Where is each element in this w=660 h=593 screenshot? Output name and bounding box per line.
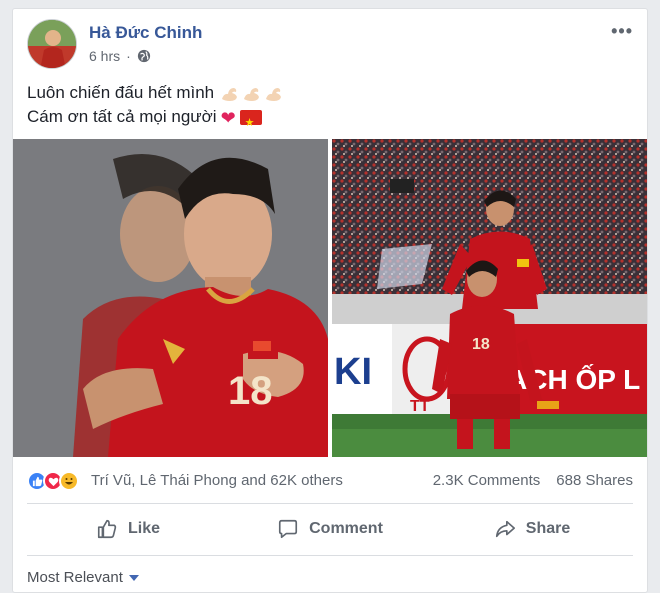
flexed-biceps-icon xyxy=(266,87,282,101)
separator-dot: · xyxy=(126,48,131,64)
post-text-line-2-text: Cám ơn tất cả mọi người xyxy=(27,107,217,126)
share-arrow-icon xyxy=(495,520,515,538)
photo-left[interactable]: 18 xyxy=(13,139,328,457)
globe-icon[interactable] xyxy=(137,49,151,63)
haha-reaction-icon xyxy=(59,471,79,491)
red-heart-icon: ❤ xyxy=(220,107,236,128)
camera-logo xyxy=(390,179,414,193)
flexed-biceps-emojis xyxy=(220,85,284,103)
share-button[interactable]: Share xyxy=(431,509,633,549)
comments-sort-dropdown[interactable]: Most Relevant xyxy=(27,569,139,586)
divider-bottom xyxy=(27,555,633,556)
reaction-names[interactable]: Trí Vũ, Lê Thái Phong and 62K others xyxy=(91,472,343,489)
post-text-line-2: Cám ơn tất cả mọi người ❤ ★ xyxy=(27,105,284,130)
post-time[interactable]: 6 hrs xyxy=(89,48,120,64)
flexed-biceps-icon xyxy=(222,87,238,101)
comment-bubble-icon xyxy=(279,519,298,539)
action-bar: Like Comment Share xyxy=(27,509,633,549)
player-celebration-image: 18 xyxy=(13,139,328,457)
jersey-number-right: 18 xyxy=(472,336,490,353)
author-avatar[interactable] xyxy=(27,19,77,69)
post-meta: 6 hrs · xyxy=(89,48,151,64)
post-card: Hà Đức Chinh 6 hrs · ••• Luôn chiến đấu … xyxy=(12,8,648,593)
vietnam-flag-icon: ★ xyxy=(239,110,262,129)
like-label: Like xyxy=(127,520,160,537)
comments-count[interactable]: 2.3K Comments xyxy=(433,472,541,489)
post-header: Hà Đức Chinh 6 hrs · ••• xyxy=(27,19,633,69)
comment-button[interactable]: Comment xyxy=(229,509,431,549)
author-name[interactable]: Hà Đức Chinh xyxy=(89,23,202,43)
comment-label: Comment xyxy=(309,520,383,537)
engagement-counts: 2.3K Comments 688 Shares xyxy=(433,472,633,489)
ad-board-text-left: KI xyxy=(334,351,372,393)
divider-top xyxy=(27,503,633,504)
jersey-number-left: 18 xyxy=(228,369,273,413)
reaction-icons[interactable] xyxy=(27,471,79,491)
comments-sort-label: Most Relevant xyxy=(27,569,123,586)
post-text: Luôn chiến đấu hết mình Cám ơn tất cả mọ… xyxy=(27,81,284,130)
shares-count[interactable]: 688 Shares xyxy=(556,472,633,489)
photo-grid: 18 KI TT ACH ỐP L 18 xyxy=(13,139,647,457)
caret-down-icon xyxy=(128,574,139,581)
thumbs-up-icon xyxy=(97,519,117,539)
share-label: Share xyxy=(525,520,571,537)
photo-right[interactable]: KI TT ACH ỐP L 18 xyxy=(332,139,647,457)
ad-board-text-middle: TT xyxy=(410,398,430,415)
post-text-line-1-text: Luôn chiến đấu hết mình xyxy=(27,83,215,102)
flexed-biceps-icon xyxy=(244,87,260,101)
reactions-bar: Trí Vũ, Lê Thái Phong and 62K others 2.3… xyxy=(27,471,633,493)
avatar-image xyxy=(28,20,76,68)
post-text-line-1: Luôn chiến đấu hết mình xyxy=(27,81,284,105)
crowd-celebration-image: KI TT ACH ỐP L 18 xyxy=(332,139,647,457)
more-options-button[interactable]: ••• xyxy=(611,21,633,42)
like-button[interactable]: Like xyxy=(27,509,229,549)
